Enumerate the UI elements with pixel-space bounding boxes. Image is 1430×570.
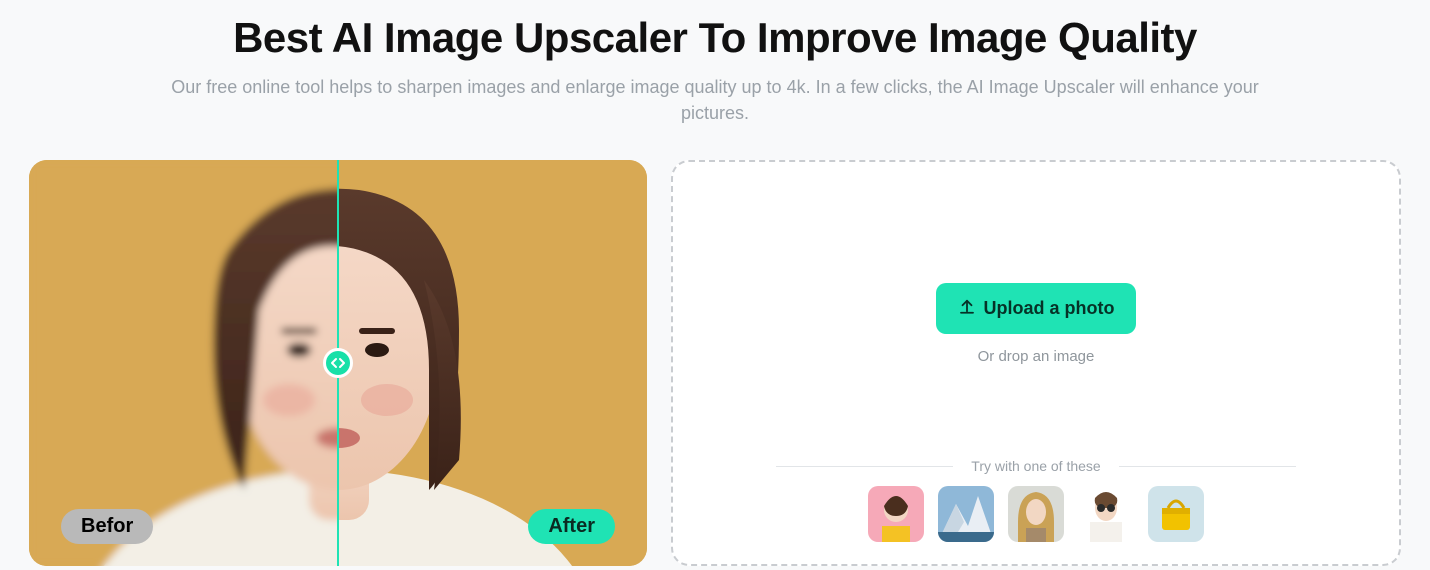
example-sunglasses-woman[interactable] — [1078, 486, 1134, 542]
drop-text: Or drop an image — [978, 348, 1095, 365]
slider-handle-icon[interactable] — [323, 348, 353, 378]
example-thumbnails — [868, 486, 1204, 542]
after-badge: After — [528, 509, 615, 544]
page-title: Best AI Image Upscaler To Improve Image … — [233, 14, 1197, 62]
upload-icon — [958, 297, 976, 320]
page-subtitle: Our free online tool helps to sharpen im… — [165, 74, 1265, 126]
upload-button-label: Upload a photo — [984, 298, 1115, 319]
example-woman-yellow-shirt[interactable] — [868, 486, 924, 542]
divider-line — [1119, 466, 1296, 467]
example-blonde-woman[interactable] — [1008, 486, 1064, 542]
comparison-panel[interactable]: Befor After — [29, 160, 647, 566]
examples-label: Try with one of these — [971, 458, 1100, 474]
example-yellow-handbag[interactable] — [1148, 486, 1204, 542]
before-badge: Befor — [61, 509, 153, 544]
upload-button[interactable]: Upload a photo — [936, 283, 1137, 334]
divider-line — [776, 466, 953, 467]
example-snowy-mountain[interactable] — [938, 486, 994, 542]
upload-dropzone[interactable]: Upload a photo Or drop an image Try with… — [671, 160, 1401, 566]
